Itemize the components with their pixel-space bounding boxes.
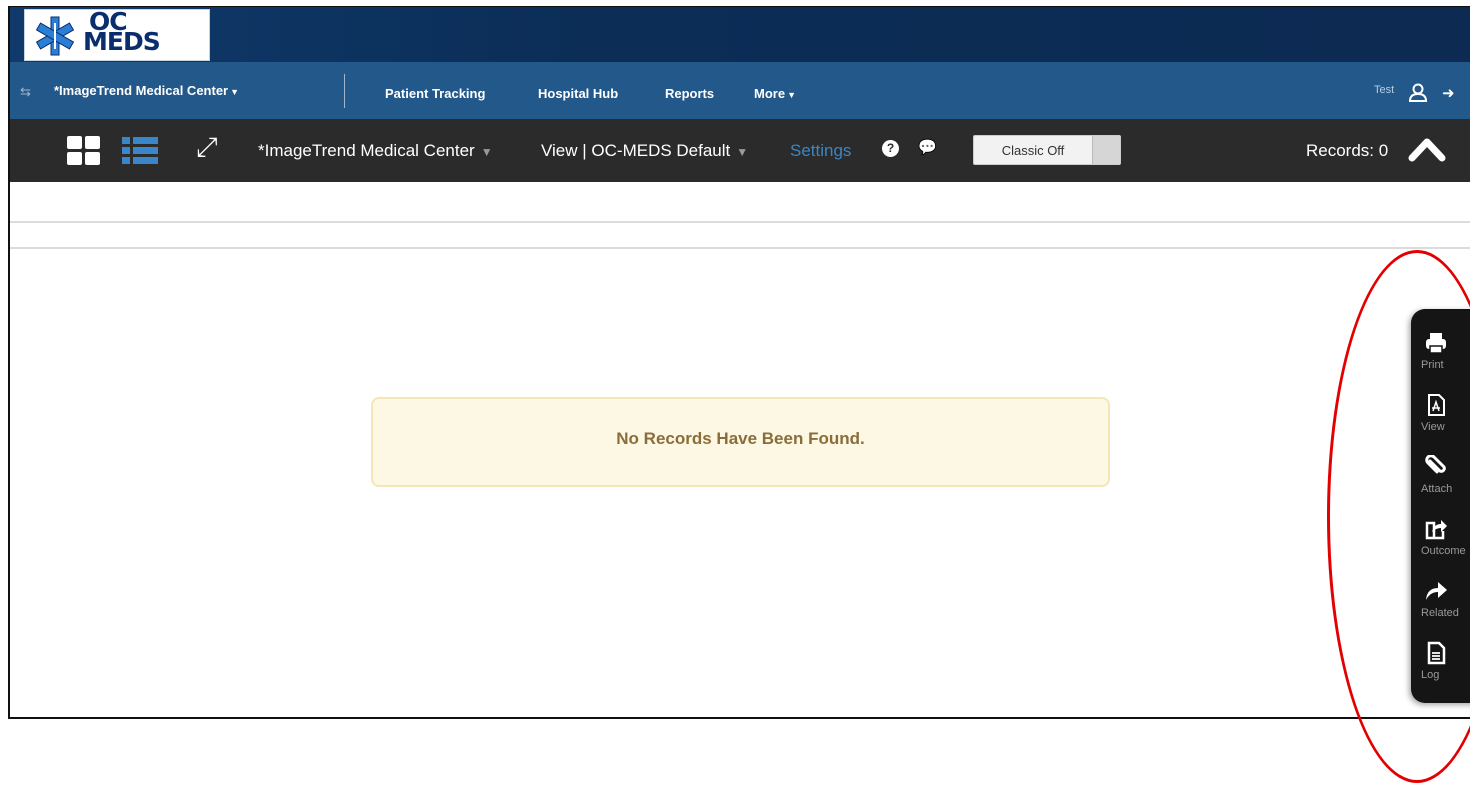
chevron-down-icon: ▼ [736,145,749,159]
chat-icon[interactable]: 💬 [918,138,937,156]
brand-bar: OC MEDS [10,7,1470,62]
nav-link-hospital-hub[interactable]: Hospital Hub [538,86,618,101]
nav-org-label: *ImageTrend Medical Center [54,83,229,98]
no-records-message: No Records Have Been Found. [616,429,865,448]
toolbar-org-label: *ImageTrend Medical Center [258,141,475,160]
toggle-knob [1092,136,1120,164]
settings-link[interactable]: Settings [790,141,851,161]
help-icon[interactable]: ? [882,140,899,157]
nav-more-label: More [754,86,786,101]
chevron-down-icon: ▼ [230,87,240,97]
nav-org-dropdown[interactable]: *ImageTrend Medical Center ▼ [54,83,239,98]
logout-icon[interactable]: ➜ [1442,84,1455,102]
main-nav: ⇆ *ImageTrend Medical Center ▼ Patient Tr… [10,62,1470,119]
logo-meds-text: MEDS [83,27,161,56]
classic-toggle[interactable]: Classic Off [973,135,1121,165]
nav-link-reports[interactable]: Reports [665,86,714,101]
nav-divider [344,74,345,108]
classic-toggle-label: Classic Off [1001,143,1065,158]
view-label: View | OC-MEDS Default [541,141,731,160]
view-dropdown[interactable]: View | OC-MEDS Default ▼ [541,141,748,161]
records-count: Records: 0 [1306,141,1389,160]
list-view-icon[interactable] [122,137,158,165]
user-name[interactable]: Test [1374,84,1394,96]
chevron-down-icon: ▼ [480,145,493,159]
divider [10,247,1470,249]
swap-agency-icon[interactable]: ⇆ [20,84,31,100]
app-window: OC MEDS ⇆ *ImageTrend Medical Center ▼ Pa… [8,6,1470,719]
grid-view-icon[interactable] [67,136,101,166]
toolbar-org-dropdown[interactable]: *ImageTrend Medical Center ▼ [258,141,493,161]
nav-link-more[interactable]: More ▼ [754,86,796,101]
chevron-up-icon[interactable] [1408,134,1446,162]
chevron-down-icon: ▼ [787,90,796,100]
logo-text: OC MEDS [83,9,161,56]
divider [10,221,1470,223]
oc-meds-logo[interactable]: OC MEDS [24,9,210,61]
nav-link-patient-tracking[interactable]: Patient Tracking [385,86,485,101]
toolbar: ⤢ *ImageTrend Medical Center ▼ View | OC-… [10,119,1470,182]
user-icon[interactable] [1408,82,1428,102]
no-records-alert: No Records Have Been Found. [371,397,1110,487]
expand-icon[interactable]: ⤢ [196,132,218,164]
star-of-life-icon [35,16,75,56]
